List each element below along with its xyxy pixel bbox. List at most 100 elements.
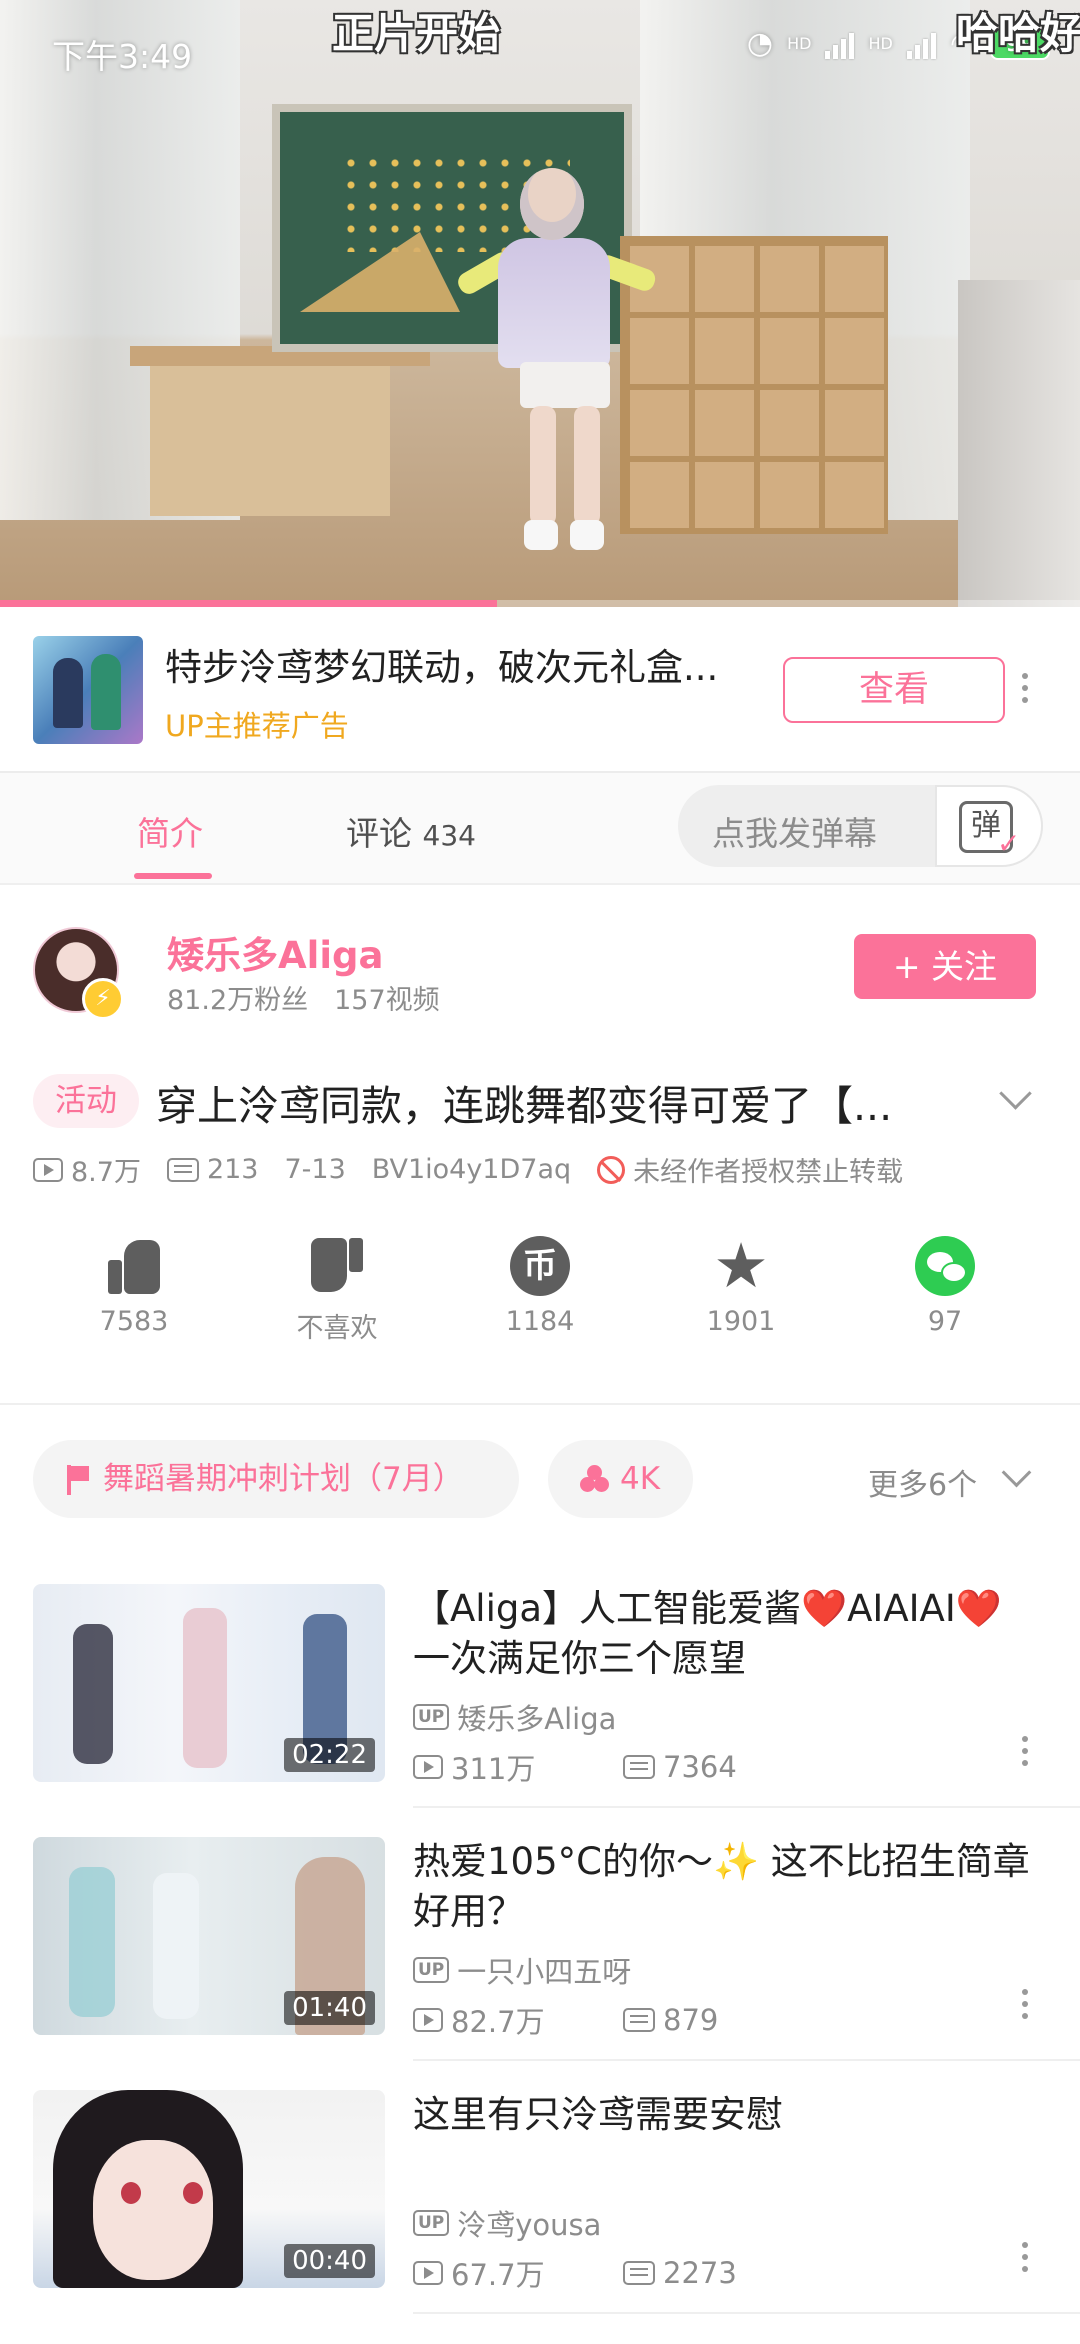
- danmaku-count-icon: [623, 2261, 655, 2285]
- related-title[interactable]: 【Aliga】人工智能爱酱❤️AIAIAI❤️一次满足你三个愿望: [413, 1584, 1033, 1684]
- tag-count-chip[interactable]: 4K: [548, 1440, 693, 1518]
- favorite-count: 1901: [706, 1306, 776, 1337]
- tab-bar: 简介 评论 434 点我发弹幕 弹 ✓: [0, 773, 1080, 885]
- video-count: 157视频: [334, 985, 440, 1016]
- ad-thumbnail[interactable]: [33, 636, 143, 744]
- tab-comments[interactable]: 评论 434: [346, 807, 476, 855]
- like-count: 7583: [99, 1306, 169, 1337]
- status-bar: 下午3:49 ◔ HD HD ◠ 99: [0, 0, 1080, 100]
- more-icon[interactable]: [1015, 1989, 1035, 2019]
- related-uploader[interactable]: UP 矮乐多Aliga: [413, 1696, 616, 1738]
- check-icon: ✓: [997, 827, 1021, 860]
- activity-tag[interactable]: 活动: [33, 1074, 139, 1128]
- follow-button[interactable]: + 关注: [854, 934, 1036, 999]
- related-views: 311万: [451, 1752, 536, 1786]
- tab-underline: [134, 873, 212, 879]
- video-duration: 01:40: [284, 1991, 375, 2025]
- repost-notice: 未经作者授权禁止转载: [633, 1157, 904, 1188]
- more-icon[interactable]: [1015, 2242, 1035, 2272]
- related-uploader-name: 矮乐多Aliga: [457, 1702, 617, 1736]
- playback-progress[interactable]: [0, 600, 1080, 607]
- more-icon[interactable]: [1015, 1736, 1035, 1766]
- up-icon: UP: [413, 1957, 450, 1983]
- view-count: 8.7万: [71, 1157, 141, 1188]
- uploader-stats: 81.2万粉丝 157视频: [167, 978, 440, 1017]
- ad-title[interactable]: 特步泠鸢梦幻联动，破次元礼盒...: [165, 637, 755, 691]
- video-thumbnail[interactable]: 00:40: [33, 2090, 385, 2288]
- danmaku-input[interactable]: 点我发弹幕 弹 ✓: [678, 785, 1043, 867]
- up-icon: UP: [413, 1704, 450, 1730]
- related-title[interactable]: 热爱105°C的你～✨ 这不比招生简章好用？: [413, 1837, 1033, 1937]
- play-count-icon: [413, 2008, 443, 2032]
- coin-count: 1184: [505, 1306, 575, 1337]
- video-player[interactable]: 下午3:49 ◔ HD HD ◠ 99 正片开始 哈哈好: [0, 0, 1080, 607]
- uploader-name[interactable]: 矮乐多Aliga: [167, 925, 383, 979]
- publish-date: 7-13: [284, 1154, 346, 1185]
- divider: [413, 2312, 1080, 2314]
- ad-view-button[interactable]: 查看: [783, 657, 1005, 723]
- comment-count: 434: [422, 819, 476, 852]
- bvid: BV1io4y1D7aq: [371, 1154, 572, 1185]
- related-uploader[interactable]: UP 泠鸢yousa: [413, 2202, 601, 2244]
- signal-icon: [825, 29, 855, 59]
- favorite-button[interactable]: ★ 1901: [671, 1226, 811, 1338]
- related-video[interactable]: 01:40 热爱105°C的你～✨ 这不比招生简章好用？ UP 一只小四五呀 82…: [0, 1837, 1080, 2091]
- danmaku-toggle-button[interactable]: 弹 ✓: [935, 785, 1043, 867]
- danmaku-count-icon: [623, 1755, 655, 1779]
- tag-count-label: 4K: [620, 1461, 661, 1497]
- play-count-icon: [413, 2261, 443, 2285]
- hd-label: HD: [868, 34, 893, 53]
- chevron-down-icon[interactable]: [999, 1077, 1032, 1110]
- video-thumbnail[interactable]: 01:40: [33, 1837, 385, 2035]
- video-duration: 02:22: [284, 1738, 375, 1772]
- related-video[interactable]: 00:40 这里有只泠鸢需要安慰 UP 泠鸢yousa 67.7万 2273: [0, 2090, 1080, 2344]
- wooden-shelf: [620, 236, 888, 534]
- event-chip-label: 舞蹈暑期冲刺计划（7月）: [103, 1461, 464, 1497]
- dislike-button[interactable]: 不喜欢: [267, 1226, 407, 1345]
- thumbs-down-icon: [307, 1236, 367, 1296]
- related-danmaku: 879: [663, 2003, 719, 2037]
- related-video[interactable]: 02:22 【Aliga】人工智能爱酱❤️AIAIAI❤️一次满足你三个愿望 U…: [0, 1584, 1080, 1838]
- related-views: 82.7万: [451, 2005, 545, 2039]
- chevron-down-icon[interactable]: [1001, 1457, 1032, 1488]
- signal-icon: [906, 29, 936, 59]
- share-button[interactable]: 97: [875, 1226, 1015, 1337]
- cabinet: [958, 280, 1080, 607]
- hd-label: HD: [787, 34, 812, 53]
- lightning-icon: ⚡: [82, 978, 124, 1020]
- related-stats: 311万 7364: [413, 1746, 833, 1788]
- more-icon[interactable]: [1015, 673, 1035, 703]
- play-count-icon: [413, 1755, 443, 1779]
- danmaku-count-icon: [623, 2008, 655, 2032]
- video-duration: 00:40: [284, 2244, 375, 2278]
- video-thumbnail[interactable]: 02:22: [33, 1584, 385, 1782]
- cluster-icon: [580, 1465, 610, 1493]
- related-uploader-name: 泠鸢yousa: [457, 2208, 602, 2242]
- playback-progress-fill: [0, 600, 497, 607]
- tab-intro[interactable]: 简介: [137, 807, 203, 855]
- related-uploader[interactable]: UP 一只小四五呀: [413, 1949, 631, 1991]
- more-tags-button[interactable]: 更多6个: [868, 1460, 977, 1504]
- event-chip[interactable]: 舞蹈暑期冲刺计划（7月）: [33, 1440, 519, 1518]
- fans-count: 81.2万粉丝: [167, 985, 309, 1016]
- thumbs-up-icon: [104, 1236, 164, 1296]
- video-title[interactable]: 穿上泠鸢同款，连跳舞都变得可爱了【...: [156, 1072, 956, 1132]
- related-title[interactable]: 这里有只泠鸢需要安慰: [413, 2090, 1033, 2190]
- coin-icon: 币: [510, 1236, 570, 1296]
- ad-banner[interactable]: 特步泠鸢梦幻联动，破次元礼盒... UP主推荐广告 查看: [0, 607, 1080, 773]
- danmaku-count-icon: [166, 1157, 199, 1182]
- related-stats: 67.7万 2273: [413, 2252, 833, 2294]
- desk-cabinet: [150, 366, 390, 516]
- divider: [413, 2059, 1080, 2061]
- related-uploader-name: 一只小四五呀: [457, 1955, 632, 1989]
- like-button[interactable]: 7583: [64, 1226, 204, 1337]
- danmaku-placeholder: 点我发弹幕: [712, 814, 877, 853]
- coin-button[interactable]: 币 1184: [470, 1226, 610, 1337]
- related-danmaku: 2273: [663, 2256, 737, 2290]
- dislike-label: 不喜欢: [296, 1313, 378, 1344]
- related-danmaku: 7364: [663, 1750, 737, 1784]
- no-repost-icon: [597, 1155, 626, 1184]
- status-time: 下午3:49: [52, 37, 193, 76]
- action-bar: 7583 不喜欢 币 1184 ★ 1901 97: [0, 1226, 1080, 1366]
- video-meta: 8.7万 213 7-13 BV1io4y1D7aq 未经作者授权禁止转载: [33, 1150, 929, 1189]
